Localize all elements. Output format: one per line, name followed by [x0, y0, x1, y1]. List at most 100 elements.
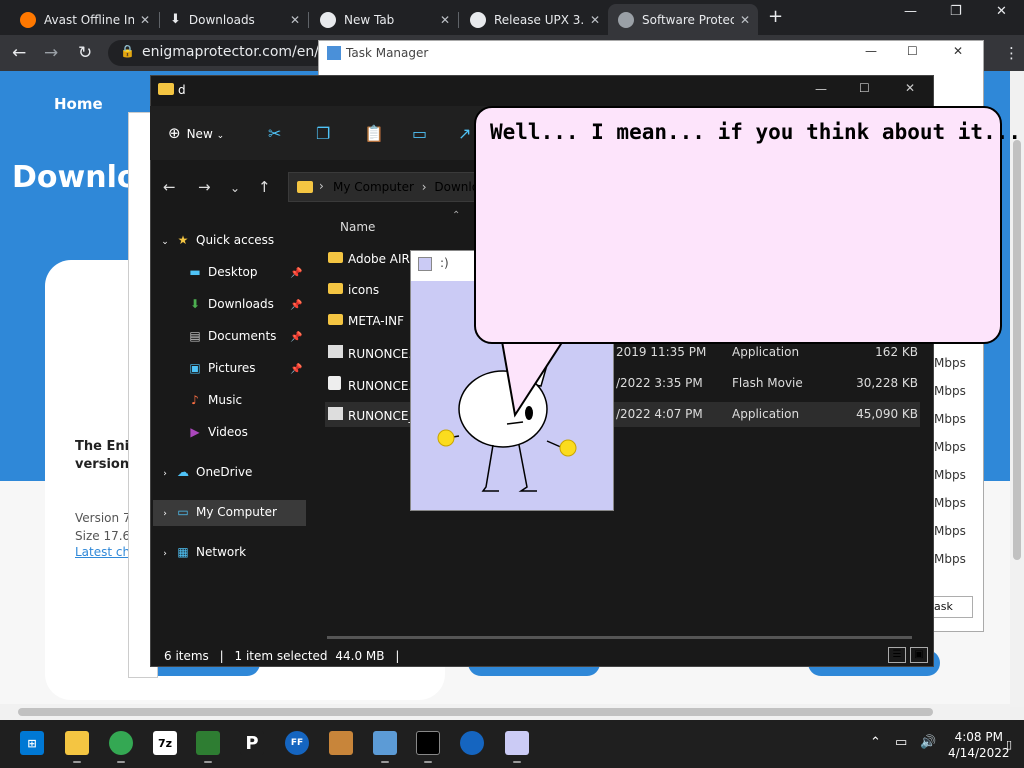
explorer-horizontal-scrollbar[interactable]	[327, 636, 912, 639]
download-icon: ⬇	[170, 12, 181, 27]
close-icon[interactable]: ✕	[440, 13, 450, 27]
close-icon[interactable]: ✕	[290, 13, 300, 27]
network-rate: Mbps	[934, 384, 966, 398]
music-icon: ♪	[191, 393, 199, 407]
notification-icon[interactable]: ▯	[1006, 738, 1012, 751]
package-icon[interactable]	[329, 731, 353, 755]
copy-icon[interactable]: ❐	[316, 124, 330, 143]
nav-item-music[interactable]: ♪ Music	[188, 393, 242, 407]
pin-icon[interactable]: 📌	[290, 268, 302, 279]
column-header-name[interactable]: Name	[340, 220, 375, 234]
close-icon[interactable]: ✕	[590, 13, 600, 27]
close-window-icon[interactable]: ✕	[996, 4, 1007, 19]
network-status-icon[interactable]: ▭	[895, 735, 907, 750]
network-rate: Mbps	[934, 412, 966, 426]
tab-upx-release[interactable]: Release UPX 3.9 ✕	[460, 4, 608, 35]
paste-icon[interactable]: 📋	[364, 124, 384, 143]
windows-start-icon[interactable]: ⊞	[20, 731, 44, 755]
chrome-icon[interactable]	[109, 731, 133, 755]
network-rate: Mbps	[934, 356, 966, 370]
nav-item-pictures[interactable]: ▣ Pictures	[188, 361, 255, 375]
speech-bubble-text: Well... I mean... if you think about it.…	[490, 120, 1022, 144]
browser-menu-icon[interactable]: ⋮	[1004, 44, 1019, 62]
chevron-right-icon: ›	[319, 179, 324, 193]
minimize-icon[interactable]: —	[904, 4, 917, 19]
rename-icon[interactable]: ▭	[412, 124, 427, 143]
minimize-icon[interactable]: —	[815, 82, 827, 96]
7zip-icon[interactable]: 7z	[153, 731, 177, 755]
nav-item-desktop[interactable]: ▬ Desktop	[188, 265, 257, 279]
pin-icon[interactable]: 📌	[290, 332, 302, 343]
terminal-icon[interactable]	[416, 731, 440, 755]
close-window-icon[interactable]: ✕	[905, 81, 915, 95]
nav-onedrive[interactable]: › ☁ OneDrive	[160, 465, 252, 479]
nav-quick-access[interactable]: ⌄ ★ Quick access	[160, 233, 274, 247]
file-size: 30,228 KB	[856, 376, 918, 390]
chevron-right-icon: ›	[421, 180, 427, 194]
lock-icon: 🔒	[120, 44, 135, 58]
details-view-icon[interactable]: ☰	[888, 647, 906, 663]
character-right-hand	[559, 439, 577, 457]
explorer-address-bar[interactable]: › My Computer › Downloa	[288, 172, 488, 202]
reload-icon[interactable]: ↻	[78, 43, 92, 63]
share-icon[interactable]: ↗	[458, 124, 471, 143]
system-clock[interactable]: 4:08 PM 4/14/2022	[948, 729, 1010, 761]
ffdec-icon[interactable]: FF	[285, 731, 309, 755]
tab-downloads[interactable]: ⬇ Downloads ✕	[160, 4, 308, 35]
task-manager-icon[interactable]	[373, 731, 397, 755]
maximize-icon[interactable]: ☐	[907, 44, 918, 58]
chevron-down-icon[interactable]: ⌄	[230, 181, 240, 195]
close-icon[interactable]: ✕	[140, 13, 150, 27]
nav-item-documents[interactable]: ▤ Documents	[188, 329, 276, 343]
folder-icon	[297, 181, 313, 193]
scrollbar-thumb[interactable]	[1013, 140, 1021, 560]
restore-icon[interactable]: ❐	[950, 4, 962, 19]
up-arrow-icon[interactable]: ↑	[258, 178, 271, 196]
close-window-icon[interactable]: ✕	[953, 44, 963, 58]
back-arrow-icon[interactable]: ←	[12, 43, 26, 63]
p-app-icon[interactable]: P	[240, 731, 264, 755]
pin-icon[interactable]: 📌	[290, 364, 302, 375]
cut-icon[interactable]: ✂	[268, 124, 281, 143]
cloud-icon: ☁	[177, 465, 189, 479]
tab-software-protection[interactable]: Software Protec ✕	[608, 4, 758, 35]
forward-arrow-icon[interactable]: →	[198, 178, 211, 196]
spreadsheet-icon[interactable]	[196, 731, 220, 755]
file-type: Application	[732, 345, 800, 359]
file-row[interactable]: RUNONCE.s	[328, 376, 419, 393]
star-icon: ★	[177, 233, 189, 247]
file-row[interactable]: icons	[328, 283, 379, 297]
document-icon: ▤	[189, 329, 201, 343]
pin-icon[interactable]: 📌	[290, 300, 302, 311]
file-row-selected[interactable]: RUNONCE_	[328, 407, 414, 423]
tab-new-tab[interactable]: New Tab ✕	[310, 4, 458, 35]
nav-item-videos[interactable]: ▶ Videos	[188, 425, 248, 439]
nav-home-link[interactable]: Home	[54, 95, 103, 113]
nav-item-downloads[interactable]: ⬇ Downloads	[188, 297, 274, 311]
volume-icon[interactable]: 🔊	[920, 735, 936, 750]
chevron-up-icon[interactable]: ⌃	[870, 735, 881, 750]
nav-my-computer[interactable]: › ▭ My Computer	[160, 505, 277, 519]
back-arrow-icon[interactable]: ←	[163, 178, 176, 196]
chevron-down-icon: ⌄	[161, 237, 169, 247]
running-indicator	[513, 761, 521, 763]
file-row[interactable]: Adobe AIR	[328, 252, 410, 266]
new-button[interactable]: ⊕ New ⌄	[168, 124, 224, 142]
close-icon[interactable]: ✕	[740, 13, 750, 27]
tiles-view-icon[interactable]: ▣	[910, 647, 928, 663]
nav-network[interactable]: › ▦ Network	[160, 545, 246, 559]
file-row[interactable]: RUNONCE.e	[328, 345, 420, 361]
file-explorer-icon[interactable]	[65, 731, 89, 755]
maximize-icon[interactable]: ☐	[859, 81, 870, 95]
forward-arrow-icon[interactable]: →	[44, 43, 58, 63]
scrollbar-thumb[interactable]	[18, 708, 933, 716]
file-row[interactable]: META-INF	[328, 314, 404, 328]
minimize-icon[interactable]: —	[865, 44, 877, 58]
runonce-icon[interactable]	[505, 731, 529, 755]
avast-icon	[20, 11, 36, 28]
tab-avast[interactable]: Avast Offline Ins ✕	[10, 4, 158, 35]
character-left-leg	[481, 444, 499, 492]
folder-icon	[328, 252, 343, 263]
new-tab-button[interactable]: +	[768, 6, 783, 27]
vmware-icon[interactable]	[460, 731, 484, 755]
